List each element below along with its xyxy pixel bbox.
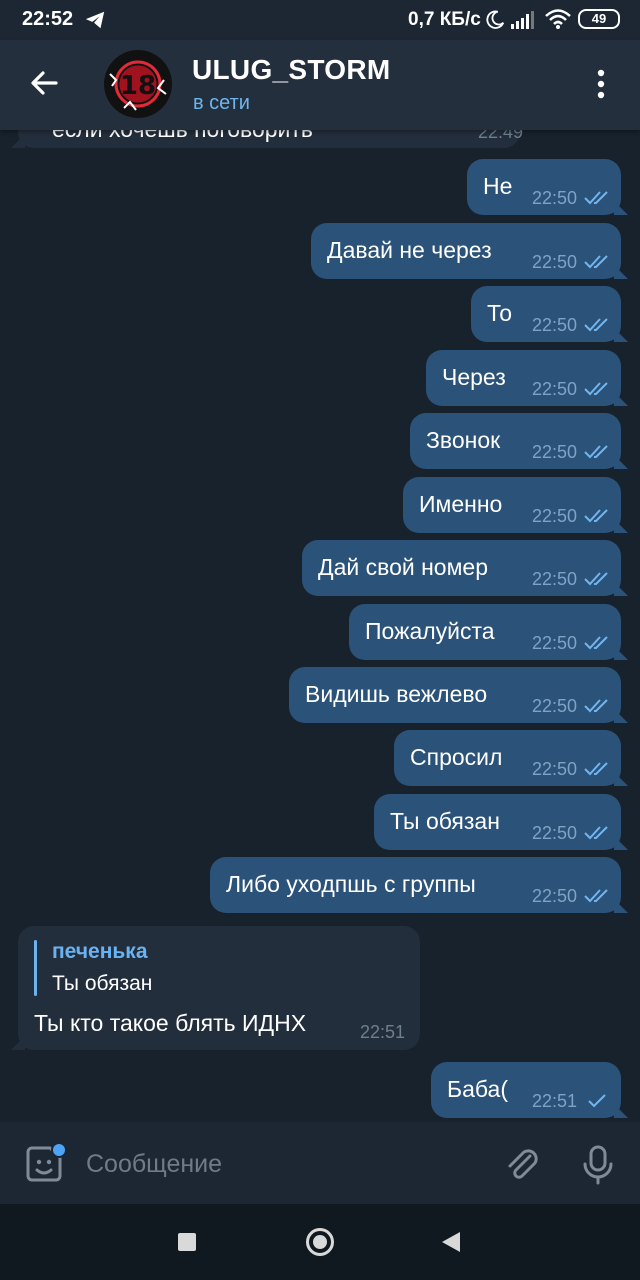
chat-header: 18 ULUG_STORM в сети [0, 40, 640, 130]
avatar-text: 18 [120, 71, 156, 101]
recent-apps-button[interactable] [178, 1233, 196, 1251]
system-back-icon[interactable] [440, 1231, 462, 1253]
double-check-icon [584, 191, 608, 205]
notification-dot [51, 1142, 67, 1158]
outgoing-message[interactable]: То 22:50 [471, 286, 621, 342]
microphone-icon[interactable] [578, 1144, 618, 1186]
message-text: Через [442, 364, 506, 390]
reply-author[interactable]: печенька [52, 940, 148, 964]
chat-status: в сети [193, 92, 250, 114]
signal-icon [511, 11, 534, 29]
outgoing-message[interactable]: Не 22:50 [467, 159, 621, 215]
message-text: Именно [419, 491, 503, 517]
message-time: 22:50 [531, 886, 577, 906]
message-time: 22:51 [360, 1022, 406, 1042]
double-check-icon [584, 509, 608, 523]
outgoing-message[interactable]: Дай свой номер 22:50 [302, 540, 621, 596]
message-time: 22:50 [531, 252, 577, 272]
outgoing-message[interactable]: Видишь вежлево 22:50 [289, 667, 621, 723]
avatar-logo: 18 [109, 60, 167, 111]
chat-title[interactable]: ULUG_STORM [192, 54, 391, 86]
moon-icon [486, 10, 505, 29]
message-composer [0, 1122, 640, 1204]
message-text: Дай свой номер [318, 554, 488, 580]
message-text: То [487, 300, 513, 326]
outgoing-message[interactable]: Баба( 22:51 [431, 1062, 621, 1118]
wifi-icon [545, 9, 571, 29]
message-text: Ты кто такое блять ИДНХ [34, 1010, 307, 1036]
status-bar: 22:52 0,7 КБ/с 49 [0, 0, 640, 40]
double-check-icon [584, 762, 608, 776]
outgoing-message[interactable]: Именно 22:50 [403, 477, 621, 533]
single-check-icon [588, 1094, 606, 1108]
message-text: Баба( [447, 1076, 508, 1102]
incoming-message[interactable]: печенька Ты обязан Ты кто такое блять ИД… [18, 926, 420, 1050]
message-input[interactable] [86, 1146, 466, 1182]
message-text: Видишь вежлево [305, 681, 488, 707]
message-time: 22:51 [531, 1091, 577, 1111]
message-time: 22:50 [531, 696, 577, 716]
status-time: 22:52 [22, 8, 74, 30]
double-check-icon [584, 318, 608, 332]
message-text: Давай не через [327, 237, 492, 263]
message-time: 22:50 [531, 633, 577, 653]
double-check-icon [584, 636, 608, 650]
message-time: 22:50 [531, 569, 577, 589]
message-text: Либо уходпшь с группы [226, 871, 476, 897]
home-button[interactable] [306, 1228, 334, 1256]
outgoing-message[interactable]: Пожалуйста 22:50 [349, 604, 621, 660]
reply-quote-bar [34, 940, 37, 996]
telegram-plane-icon [85, 11, 105, 29]
message-text: Звонок [426, 427, 501, 453]
outgoing-message[interactable]: Спросил 22:50 [394, 730, 621, 786]
outgoing-message[interactable]: Ты обязан 22:50 [374, 794, 621, 850]
outgoing-message[interactable]: Через 22:50 [426, 350, 621, 406]
avatar[interactable]: 18 [104, 50, 172, 118]
message-text: Ты обязан [390, 808, 500, 834]
double-check-icon [584, 572, 608, 586]
reply-quote-text[interactable]: Ты обязан [52, 972, 152, 996]
message-time: 22:50 [531, 379, 577, 399]
message-text: Спросил [410, 744, 503, 770]
message-time: 22:50 [531, 315, 577, 335]
double-check-icon [584, 699, 608, 713]
back-arrow-icon[interactable] [28, 66, 62, 100]
message-time: 22:50 [531, 442, 577, 462]
outgoing-message[interactable]: Давай не через 22:50 [311, 223, 621, 279]
message-time: 22:50 [531, 188, 577, 208]
incoming-message-partial[interactable]: если хочешь поговорить 22:49 [18, 130, 524, 148]
double-check-icon [584, 255, 608, 269]
double-check-icon [584, 826, 608, 840]
message-text: Пожалуйста [365, 618, 495, 644]
outgoing-message[interactable]: Либо уходпшь с группы 22:50 [210, 857, 621, 913]
system-nav-bar [0, 1204, 640, 1280]
battery-icon: 49 [578, 9, 620, 29]
message-text: если хочешь поговорить [52, 130, 313, 143]
double-check-icon [584, 382, 608, 396]
message-text: Не [483, 173, 513, 199]
message-time: 22:49 [478, 130, 524, 142]
message-time: 22:50 [531, 823, 577, 843]
double-check-icon [584, 889, 608, 903]
message-time: 22:50 [531, 759, 577, 779]
outgoing-message[interactable]: Звонок 22:50 [410, 413, 621, 469]
network-speed: 0,7 КБ/с [408, 9, 481, 30]
double-check-icon [584, 445, 608, 459]
more-menu-icon[interactable] [590, 66, 612, 102]
paperclip-icon[interactable] [502, 1144, 542, 1184]
message-list[interactable]: если хочешь поговорить 22:49 Не 22:50 Да… [0, 130, 640, 1122]
message-time: 22:50 [531, 506, 577, 526]
